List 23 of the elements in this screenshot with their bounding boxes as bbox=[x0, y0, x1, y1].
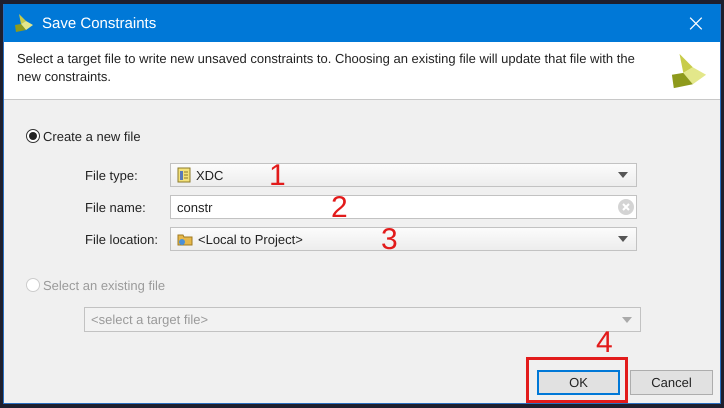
field-label: File type: bbox=[85, 168, 139, 182]
field-label: File name: bbox=[85, 200, 147, 214]
clear-icon[interactable] bbox=[618, 199, 634, 215]
radio-label: Create a new file bbox=[43, 128, 141, 144]
caret-icon bbox=[618, 172, 628, 178]
cancel-button[interactable]: Cancel bbox=[630, 370, 713, 395]
document-icon bbox=[177, 167, 191, 183]
text-field[interactable]: constr bbox=[177, 200, 317, 214]
close-button[interactable]: × bbox=[682, 9, 710, 37]
caret-icon bbox=[618, 236, 628, 242]
dropdown[interactable]: XDC 1 bbox=[170, 163, 637, 187]
logo-icon bbox=[670, 52, 708, 90]
step-number: 2 bbox=[331, 193, 348, 223]
caret-icon bbox=[622, 316, 632, 322]
field-label: File location: bbox=[85, 232, 159, 246]
window-title: Save Constraints bbox=[42, 14, 158, 32]
dropdown[interactable]: <Local to Project> 3 bbox=[170, 227, 637, 251]
description-text: Select a target file to write new unsaved constraints to. Choosing an existing file will update that file with the new constraints. bbox=[17, 50, 636, 86]
radio-label: Select an existing file bbox=[43, 278, 166, 292]
radio-button[interactable] bbox=[26, 129, 40, 143]
folder-icon bbox=[177, 232, 193, 246]
ok-button[interactable]: OK bbox=[537, 370, 620, 395]
app-logo-icon bbox=[14, 13, 34, 33]
